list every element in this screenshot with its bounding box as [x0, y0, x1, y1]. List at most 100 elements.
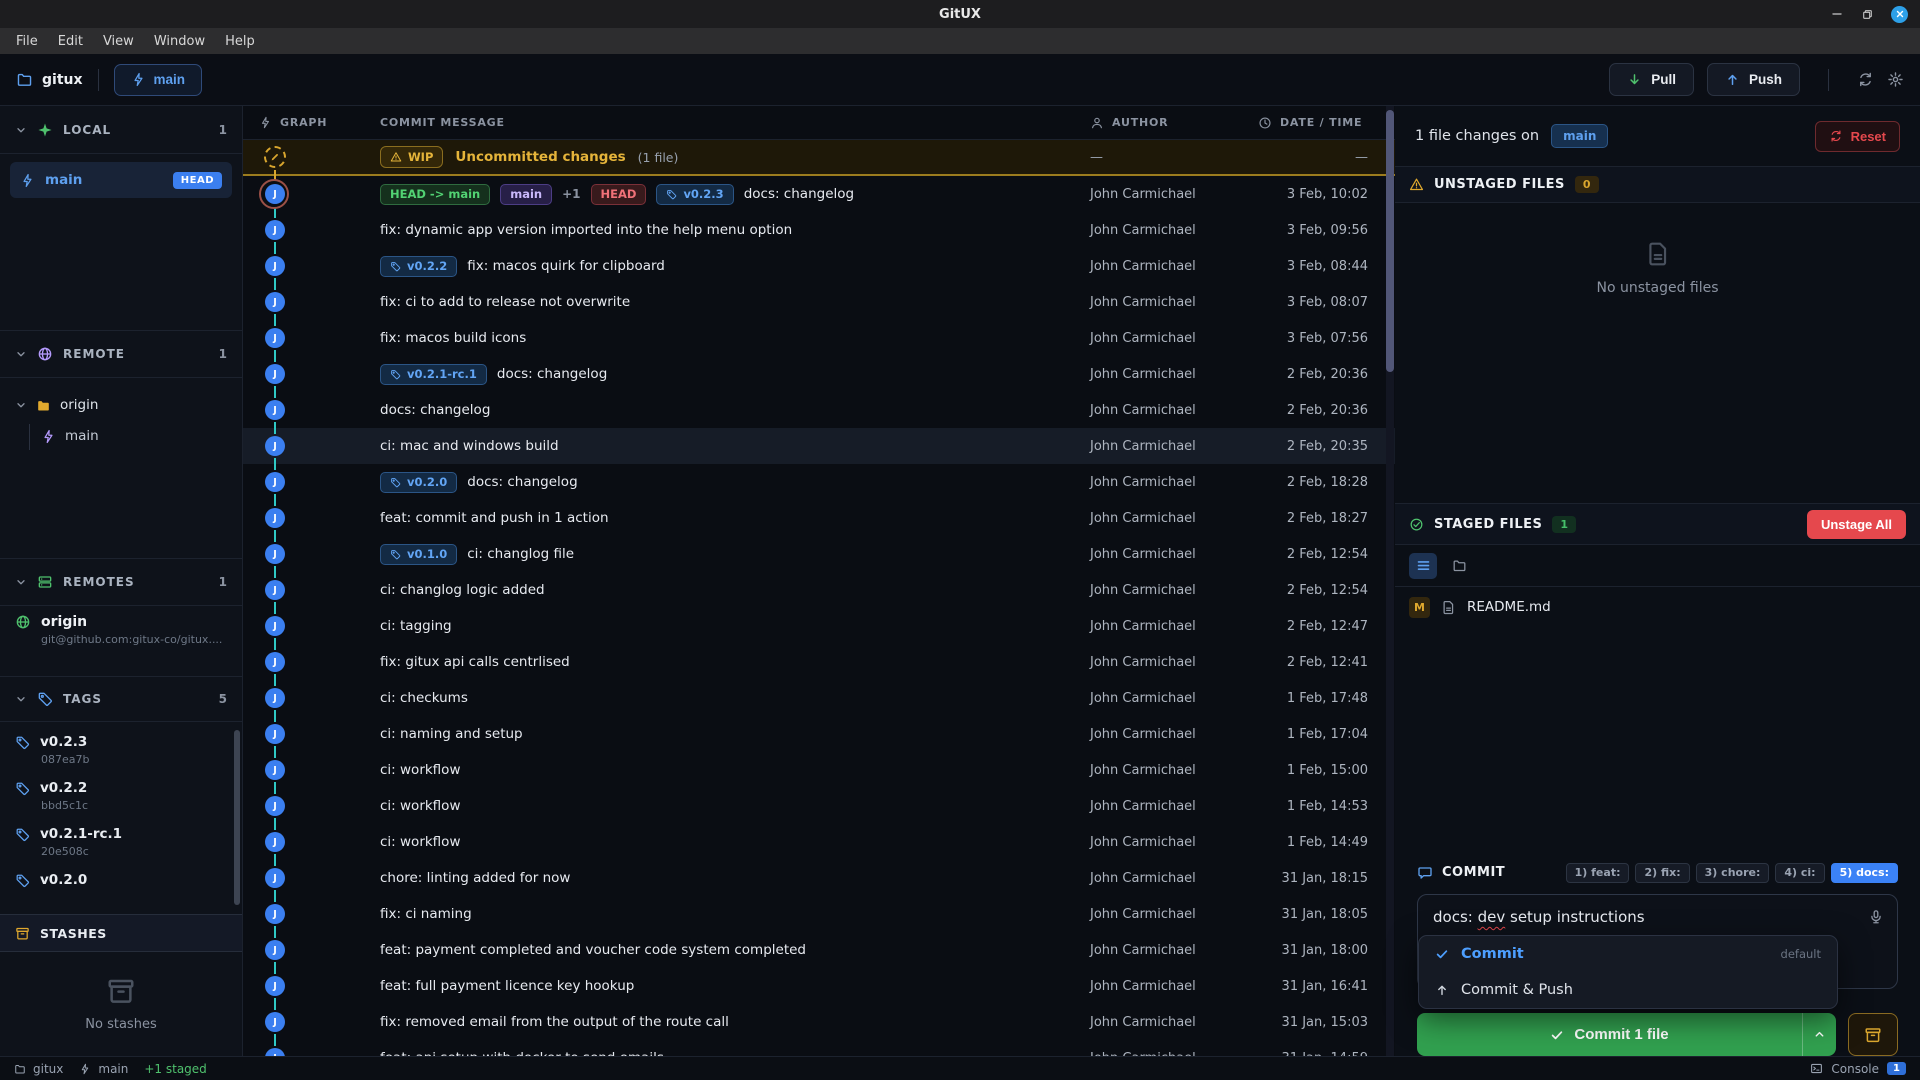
commit-row[interactable]: Jci: workflowJohn Carmichael1 Feb, 15:00 [243, 752, 1395, 788]
commit-date: 3 Feb, 07:56 [1258, 331, 1368, 346]
pull-button[interactable]: Pull [1609, 63, 1694, 96]
close-button[interactable] [1891, 6, 1908, 23]
menu-file[interactable]: File [6, 31, 48, 52]
sidebar-section-tags[interactable]: TAGS 5 [0, 676, 242, 722]
commit-row[interactable]: Jv0.1.0ci: changlog fileJohn Carmichael2… [243, 536, 1395, 572]
commit-prefix-chip[interactable]: 2) fix: [1635, 863, 1689, 883]
commit-row[interactable]: Jfix: removed email from the output of t… [243, 1004, 1395, 1040]
settings-gear-icon[interactable] [1887, 71, 1904, 88]
list-view-button[interactable] [1409, 553, 1437, 579]
commit-row[interactable]: Jfix: ci to add to release not overwrite… [243, 284, 1395, 320]
commit-row[interactable]: JHEAD -> mainmain+1HEADv0.2.3docs: chang… [243, 176, 1395, 212]
push-button[interactable]: Push [1707, 63, 1800, 96]
menu-help[interactable]: Help [215, 31, 265, 52]
commit-button-dropdown-toggle[interactable] [1802, 1013, 1836, 1056]
commit-message-cell: fix: ci naming [380, 906, 1090, 922]
sidebar-section-stashes[interactable]: STASHES [0, 914, 242, 952]
commit-row[interactable]: Jfix: gitux api calls centrlisedJohn Car… [243, 644, 1395, 680]
commit-row[interactable]: Jchore: linting added for nowJohn Carmic… [243, 860, 1395, 896]
commit-row[interactable]: Jfix: dynamic app version imported into … [243, 212, 1395, 248]
commit-row[interactable]: Jci: workflowJohn Carmichael1 Feb, 14:53 [243, 788, 1395, 824]
commit-row[interactable]: Jci: checkumsJohn Carmichael1 Feb, 17:48 [243, 680, 1395, 716]
maximize-button[interactable] [1861, 8, 1874, 21]
tag-badge[interactable]: v0.1.0 [380, 544, 457, 565]
statusbar-console[interactable]: Console 1 [1810, 1062, 1906, 1076]
commit-list-scrollbar-thumb[interactable] [1386, 110, 1394, 372]
commit-avatar: J [265, 724, 285, 744]
commit-author: John Carmichael [1090, 1051, 1258, 1057]
unstage-all-button[interactable]: Unstage All [1807, 510, 1906, 539]
tag-item[interactable]: v0.2.3 087ea7b [0, 734, 242, 766]
commit-prefix-chip[interactable]: 3) chore: [1696, 863, 1770, 883]
commit-row[interactable]: Jfeat: api setup with docker to send ema… [243, 1040, 1395, 1056]
commit-row[interactable]: Jci: workflowJohn Carmichael1 Feb, 14:49 [243, 824, 1395, 860]
menu-edit[interactable]: Edit [48, 31, 93, 52]
commit-row[interactable]: Jv0.2.1-rc.1docs: changelogJohn Carmicha… [243, 356, 1395, 392]
commit-date: 2 Feb, 18:27 [1258, 511, 1368, 526]
commit-row[interactable]: Jfeat: commit and push in 1 actionJohn C… [243, 500, 1395, 536]
commit-row[interactable]: Jdocs: changelogJohn Carmichael2 Feb, 20… [243, 392, 1395, 428]
local-branch-main[interactable]: main HEAD [10, 162, 232, 198]
commit-row[interactable]: Jci: mac and windows buildJohn Carmichae… [243, 428, 1395, 464]
menu-window[interactable]: Window [144, 31, 215, 52]
commit-prefix-chip[interactable]: 5) docs: [1831, 863, 1898, 883]
tree-view-button[interactable] [1445, 553, 1473, 579]
tag-item[interactable]: v0.2.0 [0, 872, 242, 888]
menu-view[interactable]: View [93, 31, 144, 52]
refresh-icon[interactable] [1857, 71, 1874, 88]
commit-row[interactable]: Jfix: macos build iconsJohn Carmichael3 … [243, 320, 1395, 356]
commit-row[interactable]: Jv0.2.2fix: macos quirk for clipboardJoh… [243, 248, 1395, 284]
commit-row[interactable]: Jci: changlog logic addedJohn Carmichael… [243, 572, 1395, 608]
commit-author: John Carmichael [1090, 943, 1258, 958]
commit-prefix-chips: 1) feat:2) fix: 3) chore:4) ci: 5) docs: [1566, 863, 1898, 883]
tags-icon [37, 691, 53, 707]
ref-badge[interactable]: HEAD [591, 184, 647, 205]
window-title: GitUX [939, 7, 981, 22]
commit-date: 3 Feb, 08:44 [1258, 259, 1368, 274]
tag-badge[interactable]: v0.2.1-rc.1 [380, 364, 487, 385]
sidebar-section-remotes[interactable]: REMOTES 1 [0, 558, 242, 606]
commit-row[interactable]: Jfeat: payment completed and voucher cod… [243, 932, 1395, 968]
remote-origin-item[interactable]: origin git@github.com:gitux-co/gitux.... [15, 614, 227, 646]
remote-folder-origin[interactable]: origin [0, 390, 242, 420]
commit-row[interactable]: Jci: naming and setupJohn Carmichael1 Fe… [243, 716, 1395, 752]
commit-button[interactable]: Commit 1 file [1417, 1013, 1836, 1056]
tag-badge[interactable]: v0.2.3 [656, 184, 733, 205]
repo-chip[interactable]: gitux [16, 71, 83, 88]
ref-badge[interactable]: HEAD -> main [380, 184, 490, 205]
wip-row[interactable]: WIP Uncommitted changes (1 file) — — [243, 140, 1395, 176]
tag-badge[interactable]: v0.2.2 [380, 256, 457, 277]
staged-file-row[interactable]: M README.md [1395, 587, 1920, 627]
wip-file-count: (1 file) [638, 150, 679, 165]
commit-row[interactable]: Jv0.2.0docs: changelogJohn Carmichael2 F… [243, 464, 1395, 500]
commit-row[interactable]: Jfeat: full payment licence key hookupJo… [243, 968, 1395, 1004]
stash-button[interactable] [1848, 1013, 1898, 1056]
changes-branch-badge[interactable]: main [1551, 124, 1608, 148]
commit-message-cell: v0.1.0ci: changlog file [380, 544, 1090, 565]
dropdown-item-commit[interactable]: Commit default [1419, 936, 1837, 972]
sidebar-section-remote[interactable]: REMOTE 1 [0, 330, 242, 378]
minimize-button[interactable] [1830, 7, 1844, 21]
reset-button[interactable]: Reset [1815, 121, 1900, 152]
commit-prefix-chip[interactable]: 1) feat: [1566, 863, 1630, 883]
commit-row[interactable]: Jfix: ci namingJohn Carmichael31 Jan, 18… [243, 896, 1395, 932]
tag-item[interactable]: v0.2.1-rc.1 20e508c [0, 826, 242, 858]
tag-badge[interactable]: v0.2.0 [380, 472, 457, 493]
sidebar-section-local[interactable]: LOCAL 1 [0, 106, 242, 154]
statusbar-branch[interactable]: main [79, 1062, 128, 1076]
dropdown-item-commit-push[interactable]: Commit & Push [1419, 972, 1837, 1008]
commit-message-cell: ci: workflow [380, 834, 1090, 850]
commit-message: ci: naming and setup [380, 726, 523, 742]
unstaged-files-header: UNSTAGED FILES 0 [1395, 167, 1920, 203]
microphone-icon[interactable] [1868, 909, 1884, 925]
tag-item[interactable]: v0.2.2 bbd5c1c [0, 780, 242, 812]
statusbar-repo[interactable]: gitux [14, 1062, 63, 1076]
branch-selector-button[interactable]: main [114, 64, 203, 96]
ref-badge[interactable]: main [500, 184, 552, 205]
commit-button-main[interactable]: Commit 1 file [1417, 1026, 1802, 1043]
remote-branch-main[interactable]: main [0, 420, 242, 452]
commit-row[interactable]: Jci: taggingJohn Carmichael2 Feb, 12:47 [243, 608, 1395, 644]
commit-prefix-chip[interactable]: 4) ci: [1775, 863, 1824, 883]
remotes-count: 1 [219, 575, 227, 589]
sidebar-scrollbar-thumb[interactable] [234, 730, 240, 905]
